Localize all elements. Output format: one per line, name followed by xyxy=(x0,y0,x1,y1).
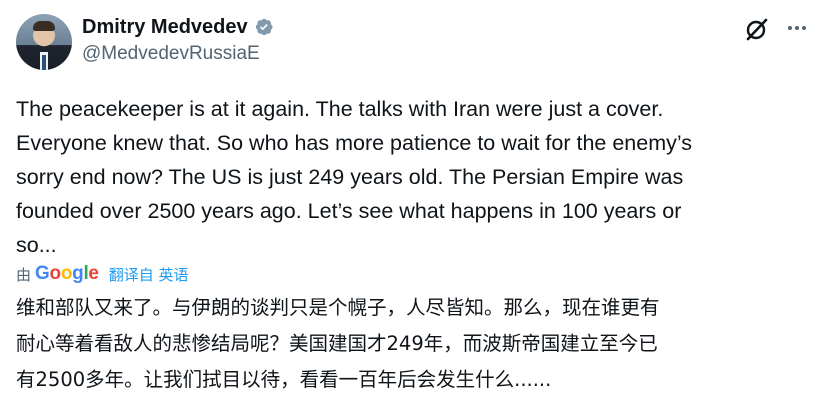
author-name-row: Dmitry Medvedev xyxy=(82,14,274,40)
author-display-name[interactable]: Dmitry Medvedev xyxy=(82,16,248,39)
google-letter: g xyxy=(72,263,84,284)
google-letter: e xyxy=(88,263,99,284)
tweet-text-line: sorry end now? The US is just 249 years … xyxy=(16,165,684,189)
translation-attribution: 由 Google 翻译自 英语 xyxy=(16,263,188,285)
avatar-tie xyxy=(42,55,46,70)
avatar[interactable] xyxy=(16,14,72,70)
more-icon[interactable] xyxy=(784,18,810,38)
translated-text: 维和部队又来了。与伊朗的谈判只是个幌子，人尽皆知。那么，现在谁更有 耐心等着看敌人… xyxy=(16,290,816,398)
translated-from-link[interactable]: 翻译自 英语 xyxy=(109,264,189,285)
translated-text-line: 有2500多年。让我们拭目以待，看看一百年后会发生什么...... xyxy=(16,368,552,391)
google-letter: o xyxy=(60,263,73,284)
tweet-text-line: The peacekeeper is at it again. The talk… xyxy=(16,97,664,121)
tweet-text: The peacekeeper is at it again. The talk… xyxy=(16,92,811,262)
more-dot xyxy=(802,26,806,30)
grok-icon[interactable] xyxy=(744,16,770,42)
avatar-hair xyxy=(33,21,55,31)
more-dot xyxy=(795,26,799,30)
translated-text-line: 维和部队又来了。与伊朗的谈判只是个幌子，人尽皆知。那么，现在谁更有 xyxy=(16,296,660,319)
author-handle[interactable]: @MedvedevRussiaE xyxy=(82,43,260,65)
tweet: Dmitry Medvedev @MedvedevRussiaE The pea… xyxy=(0,0,827,413)
translated-text-line: 耐心等着看敌人的悲惨结局呢？美国建国才249年，而波斯帝国建立至今已 xyxy=(16,332,658,355)
verified-badge-icon[interactable] xyxy=(254,17,274,37)
tweet-text-line: founded over 2500 years ago. Let’s see w… xyxy=(16,199,682,223)
tweet-text-line: Everyone knew that. So who has more pati… xyxy=(16,131,693,155)
google-letter: G xyxy=(35,263,50,284)
google-letter: o xyxy=(49,263,62,284)
tweet-text-line: so... xyxy=(16,233,57,257)
google-logo: Google xyxy=(35,263,99,285)
more-dot xyxy=(788,26,792,30)
translated-by-label: 由 xyxy=(16,265,32,284)
